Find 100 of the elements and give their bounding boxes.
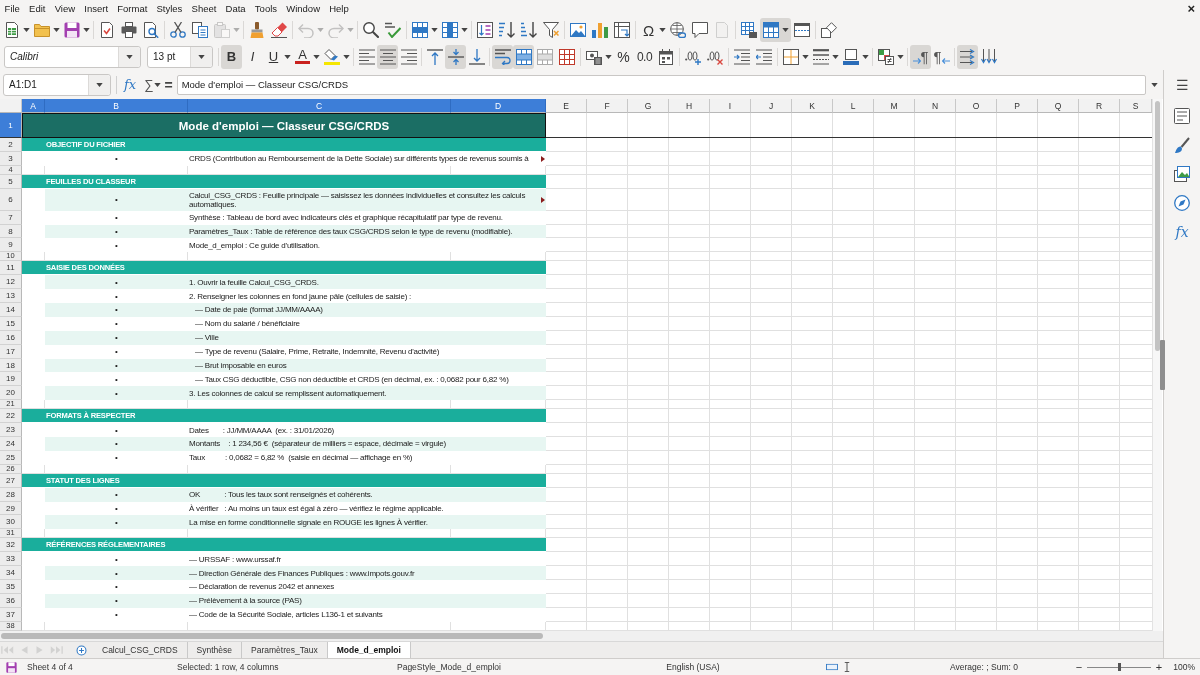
row-header[interactable]: 13 [0, 289, 22, 303]
caret-icon[interactable] [284, 54, 291, 59]
brush-icon[interactable] [1174, 137, 1190, 153]
scissors-icon[interactable] [170, 22, 186, 38]
menu-item[interactable]: Edit [24, 0, 51, 17]
document-lines-icon[interactable] [1174, 108, 1190, 124]
shapes-icon[interactable] [821, 22, 837, 38]
column-header[interactable]: F [587, 99, 628, 113]
page-magnifier-icon[interactable] [143, 22, 159, 38]
sheet-tab[interactable]: Synthèse [187, 642, 243, 658]
caret-icon[interactable] [343, 54, 350, 59]
border-color-icon[interactable] [843, 48, 859, 65]
horizontal-scrollbar[interactable] [0, 631, 1163, 641]
row-header[interactable]: 11 [0, 261, 22, 276]
close-button[interactable]: × [1187, 1, 1195, 16]
special-character-button[interactable]: Ω [638, 18, 659, 42]
spreadsheet-page-icon[interactable] [4, 22, 20, 38]
freeze-rows-button[interactable] [760, 18, 791, 42]
row-header[interactable]: 2 [0, 138, 22, 152]
column-header[interactable]: N [915, 99, 956, 113]
search-icon[interactable] [363, 22, 379, 38]
italic-button[interactable]: I [242, 44, 263, 69]
percent-format-button[interactable]: % [613, 44, 634, 69]
menu-item[interactable]: Data [221, 0, 251, 17]
column-header[interactable]: O [956, 99, 997, 113]
selection-box-icon[interactable] [825, 662, 838, 672]
add-decimal-icon[interactable] [685, 48, 701, 65]
row-header[interactable]: 12 [0, 275, 22, 290]
column-header[interactable]: J [751, 99, 792, 113]
caret-icon[interactable] [83, 28, 90, 32]
column-header[interactable]: H [669, 99, 710, 113]
copy-icon[interactable] [192, 22, 208, 38]
align-middle-button[interactable] [445, 44, 466, 69]
slider-thumb[interactable] [1118, 663, 1121, 671]
globe-link-icon[interactable] [670, 22, 686, 38]
caret-icon[interactable] [126, 54, 133, 59]
row-header[interactable]: 9 [0, 238, 22, 253]
horizontal-text-button[interactable] [957, 44, 979, 69]
font-name-field[interactable]: Calibri [4, 45, 141, 68]
zoom-in-button[interactable]: + [1154, 661, 1164, 673]
menu-item[interactable]: File [0, 0, 25, 17]
caret-icon[interactable] [781, 28, 789, 32]
borders-icon[interactable] [783, 48, 799, 65]
menu-item[interactable]: Format [112, 0, 152, 17]
merge-center-button[interactable] [513, 44, 534, 69]
menu-item[interactable]: Window [281, 0, 325, 17]
functions-button[interactable]: fx [1175, 224, 1189, 240]
column-header[interactable]: I [710, 99, 751, 113]
formula-button[interactable]: = [164, 76, 173, 93]
column-header[interactable]: B [45, 99, 188, 113]
row-header[interactable]: 30 [0, 515, 22, 530]
sort-ascending-icon[interactable] [499, 22, 515, 38]
pictures-icon[interactable] [1174, 166, 1190, 182]
row-header[interactable]: 6 [0, 188, 22, 211]
column-header[interactable]: E [546, 99, 587, 113]
standard-format-button[interactable]: 0.0 [634, 44, 655, 69]
table-printer-icon[interactable] [741, 22, 757, 38]
caret-icon[interactable] [659, 28, 666, 32]
highlighter-icon[interactable] [324, 48, 340, 65]
column-header[interactable]: Q [1038, 99, 1079, 113]
menu-item[interactable]: Sheet [186, 0, 221, 17]
row-header[interactable]: 19 [0, 372, 22, 387]
merge-cells-icon[interactable] [537, 48, 553, 65]
bar-chart-icon[interactable] [592, 22, 608, 38]
function-wizard-button[interactable]: fx [124, 77, 137, 92]
table-row-icon[interactable] [412, 22, 428, 38]
formula-input[interactable]: Mode d'emploi — Classeur CSG/CRDS [176, 74, 1146, 95]
scrollbar-thumb[interactable] [1155, 101, 1160, 351]
conditional-format-icon[interactable] [878, 48, 894, 65]
zoom-out-button[interactable]: − [1074, 661, 1084, 673]
line-style-icon[interactable] [813, 48, 829, 65]
caret-icon[interactable] [832, 54, 839, 59]
column-header[interactable]: P [997, 99, 1038, 113]
sheet-tab[interactable]: Mode_d_emploi [327, 642, 411, 658]
delete-decimal-icon[interactable] [707, 48, 723, 65]
document-icon[interactable] [99, 22, 115, 38]
sheet-tab[interactable]: Calcul_CSG_CRDS [93, 642, 188, 658]
bold-button[interactable]: B [221, 44, 242, 69]
column-header[interactable]: C [188, 99, 451, 113]
font-size-field[interactable]: 13 pt [147, 45, 213, 68]
row-header[interactable]: 34 [0, 566, 22, 581]
wrap-text-button[interactable] [492, 44, 513, 69]
speech-bubble-icon[interactable] [692, 22, 708, 38]
caret-icon[interactable] [431, 28, 438, 32]
calendar-icon[interactable] [658, 48, 674, 65]
caret-icon[interactable] [198, 54, 205, 59]
menu-item[interactable]: Insert [79, 0, 113, 17]
vertical-scrollbar[interactable] [1152, 99, 1162, 631]
row-header[interactable]: 24 [0, 437, 22, 451]
sum-button[interactable]: ∑ [144, 77, 154, 92]
compass-icon[interactable] [1174, 195, 1190, 211]
row-header[interactable]: 14 [0, 303, 22, 317]
menu-item[interactable]: View [50, 0, 80, 17]
unmerge-cells-icon[interactable] [559, 48, 575, 65]
column-header[interactable]: L [833, 99, 874, 113]
caret-icon[interactable] [802, 54, 809, 59]
plus-circle-icon[interactable] [76, 644, 87, 656]
column-header[interactable]: G [628, 99, 669, 113]
caret-icon[interactable] [605, 54, 612, 59]
sheet-tab[interactable]: Paramètres_Taux [242, 642, 328, 658]
